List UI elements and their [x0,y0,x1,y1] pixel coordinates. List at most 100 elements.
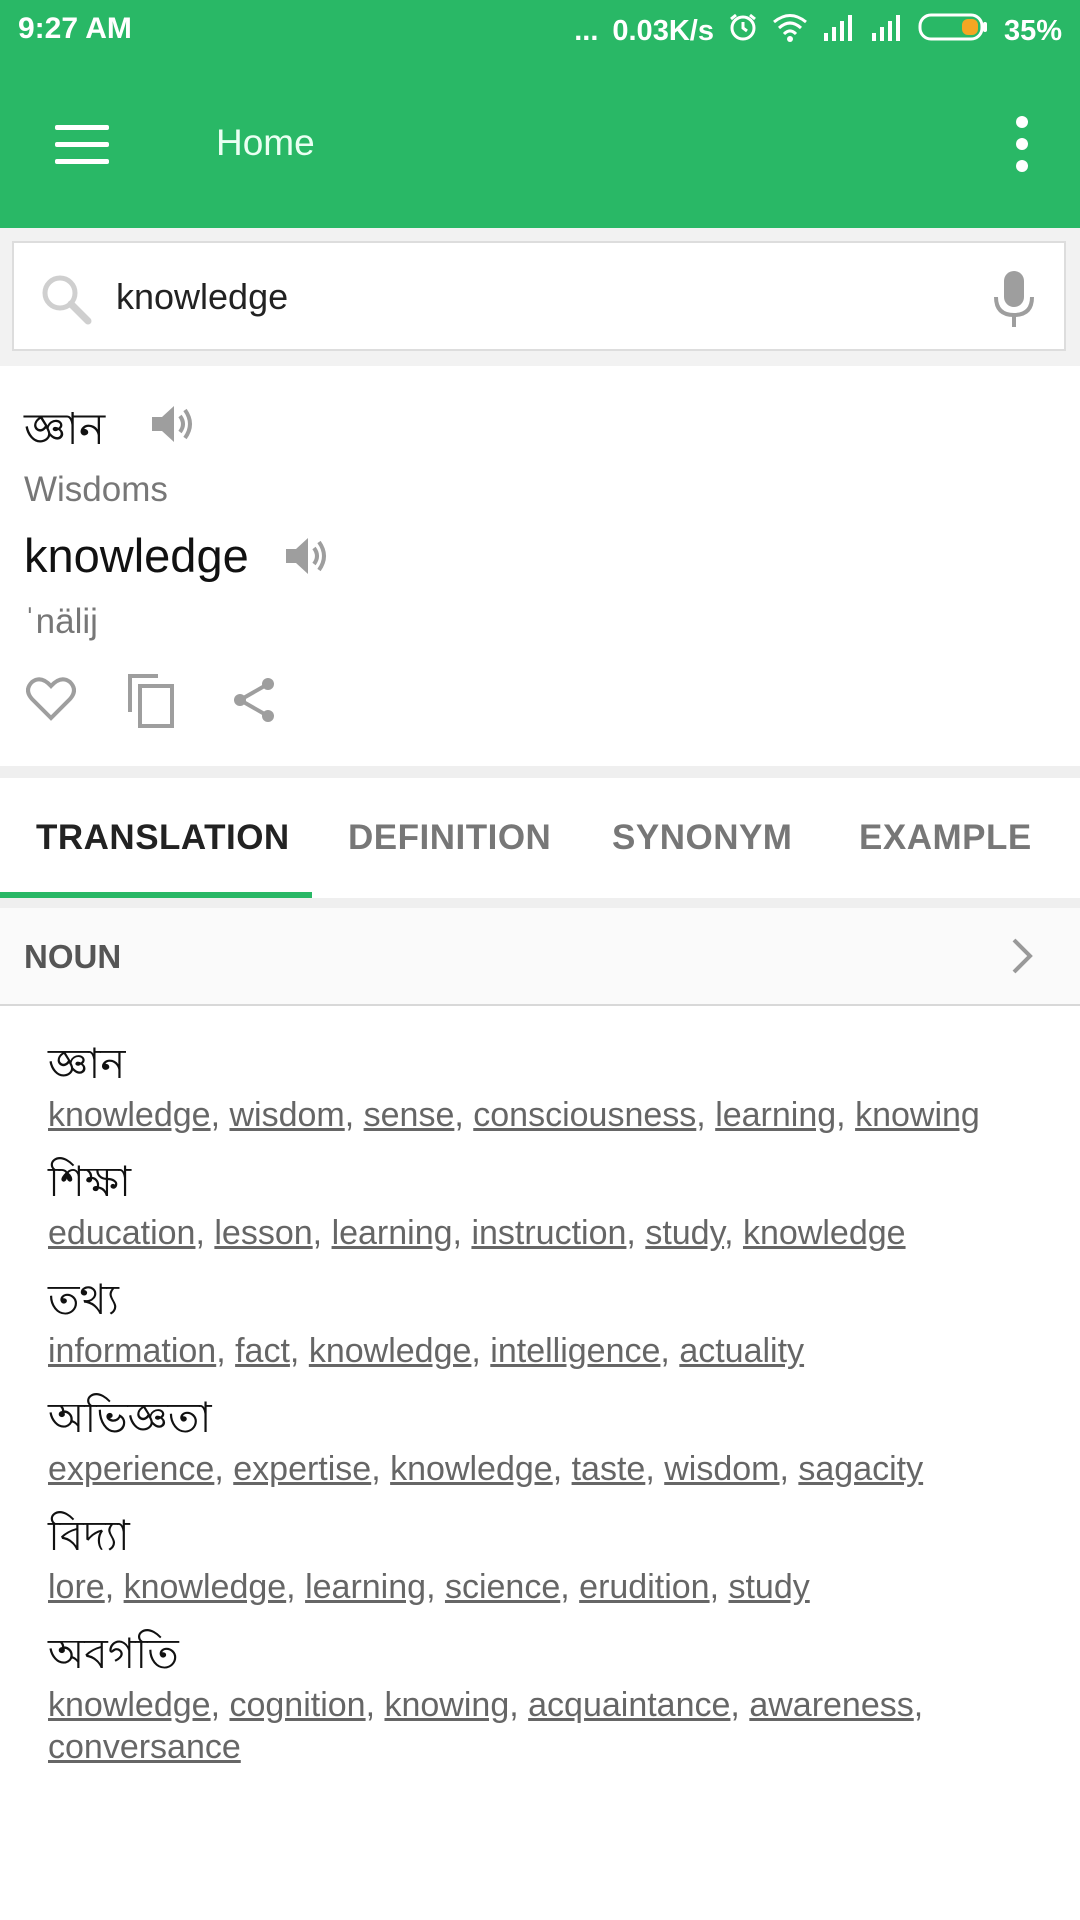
synonym-link[interactable]: sense [364,1096,455,1134]
search-input[interactable] [114,265,958,329]
search-bar [0,228,1080,366]
synonym-list: knowledge, cognition, knowing, acquainta… [48,1684,1048,1768]
synonym-link[interactable]: wisdom [664,1450,779,1488]
synonym-link[interactable]: information [48,1332,216,1370]
copy-icon[interactable] [126,672,176,733]
divider [0,766,1080,778]
divider [0,898,1080,908]
translation-list: জ্ঞান knowledge, wisdom, sense, conscious… [48,1034,1048,1784]
speaker-icon[interactable] [150,402,196,451]
synonym-link[interactable]: learning [715,1096,836,1134]
separator: , [552,1450,572,1488]
app-bar: Home [0,62,1080,228]
part-of-speech-header[interactable]: NOUN [0,908,1080,1006]
synonym-link[interactable]: actuality [679,1332,804,1370]
synonym-link[interactable]: taste [572,1450,646,1488]
synonym-link[interactable]: awareness [749,1686,913,1724]
tab-synonym[interactable]: SYNONYM [612,818,792,858]
signal-icon [870,13,904,49]
synonym-link[interactable]: conversance [48,1728,241,1766]
synonym-link[interactable]: knowledge [48,1686,211,1724]
tab-definition[interactable]: DEFINITION [348,818,551,858]
synonym-link[interactable]: sagacity [798,1450,923,1488]
mic-icon[interactable] [992,269,1036,334]
tab-example[interactable]: EXAMPLE [859,818,1032,858]
speaker-icon[interactable] [284,534,330,583]
overflow-menu-icon[interactable] [1000,112,1040,176]
separator: , [452,1214,472,1252]
synonym-link[interactable]: lesson [214,1214,312,1252]
separator: , [709,1568,729,1606]
separator: , [365,1686,385,1724]
translation-word: অবগতি [48,1629,179,1678]
synonym-link[interactable]: expertise [233,1450,371,1488]
separator: , [312,1214,332,1252]
separator: , [913,1686,924,1724]
separator: , [286,1568,306,1606]
synonym-link[interactable]: education [48,1214,195,1252]
word-meaning: Wisdoms [24,470,168,509]
separator: , [344,1096,364,1134]
wifi-icon [772,12,808,50]
heart-icon[interactable] [26,676,76,727]
synonym-link[interactable]: knowing [384,1686,509,1724]
separator: , [730,1686,750,1724]
synonym-link[interactable]: intelligence [490,1332,660,1370]
synonym-link[interactable]: knowledge [390,1450,553,1488]
separator: , [289,1332,309,1370]
tab-bar: TRANSLATION DEFINITION SYNONYM EXAMPLE [0,778,1080,898]
synonym-link[interactable]: study [645,1214,724,1252]
share-icon[interactable] [230,676,278,729]
synonym-link[interactable]: learning [332,1214,453,1252]
synonym-link[interactable]: knowledge [48,1096,211,1134]
synonym-link[interactable]: instruction [471,1214,626,1252]
separator: , [836,1096,856,1134]
synonym-link[interactable]: lore [48,1568,105,1606]
synonym-list: knowledge, wisdom, sense, consciousness,… [48,1094,1048,1136]
synonym-link[interactable]: fact [235,1332,290,1370]
bengali-word: জ্ঞান [24,404,106,455]
alarm-icon [728,12,758,50]
part-of-speech-label: NOUN [24,938,122,975]
separator: , [216,1332,236,1370]
separator: , [645,1450,665,1488]
synonym-link[interactable]: knowledge [309,1332,472,1370]
synonym-link[interactable]: science [445,1568,560,1606]
synonym-link[interactable]: consciousness [473,1096,696,1134]
separator: , [626,1214,646,1252]
word-card: জ্ঞান Wisdoms knowledge ˈnälij [0,366,1080,766]
synonym-link[interactable]: acquaintance [528,1686,730,1724]
list-item: অবগতি knowledge, cognition, knowing, acqu… [48,1624,1048,1768]
battery-icon [918,12,990,50]
list-item: শিক্ষা education, lesson, learning, instr… [48,1152,1048,1254]
search-box [12,241,1066,351]
menu-icon[interactable] [52,119,112,169]
synonym-link[interactable]: learning [305,1568,426,1606]
synonym-list: information, fact, knowledge, intelligen… [48,1330,1048,1372]
tab-translation[interactable]: TRANSLATION [36,818,290,858]
status-dots: ... [574,14,599,47]
translation-word: বিদ্যা [48,1511,130,1560]
synonym-list: education, lesson, learning, instruction… [48,1212,1048,1254]
synonym-link[interactable]: knowing [855,1096,980,1134]
separator: , [779,1450,799,1488]
separator: , [454,1096,474,1134]
separator: , [214,1450,234,1488]
english-word: knowledge [24,529,249,582]
list-item: জ্ঞান knowledge, wisdom, sense, conscious… [48,1034,1048,1136]
list-item: বিদ্যা lore, knowledge, learning, science… [48,1506,1048,1608]
translation-word: জ্ঞান [48,1039,126,1088]
synonym-link[interactable]: knowledge [124,1568,287,1606]
synonym-link[interactable]: experience [48,1450,214,1488]
synonym-link[interactable]: erudition [579,1568,709,1606]
synonym-link[interactable]: wisdom [229,1096,344,1134]
chevron-right-icon [1008,936,1036,981]
signal-icon [822,13,856,49]
synonym-link[interactable]: cognition [229,1686,365,1724]
status-indicators: ... 0.03K/s 35% [574,12,1062,50]
separator: , [104,1568,124,1606]
synonym-link[interactable]: study [728,1568,809,1606]
network-speed: 0.03K/s [612,14,714,47]
synonym-link[interactable]: knowledge [743,1214,906,1252]
separator: , [371,1450,391,1488]
